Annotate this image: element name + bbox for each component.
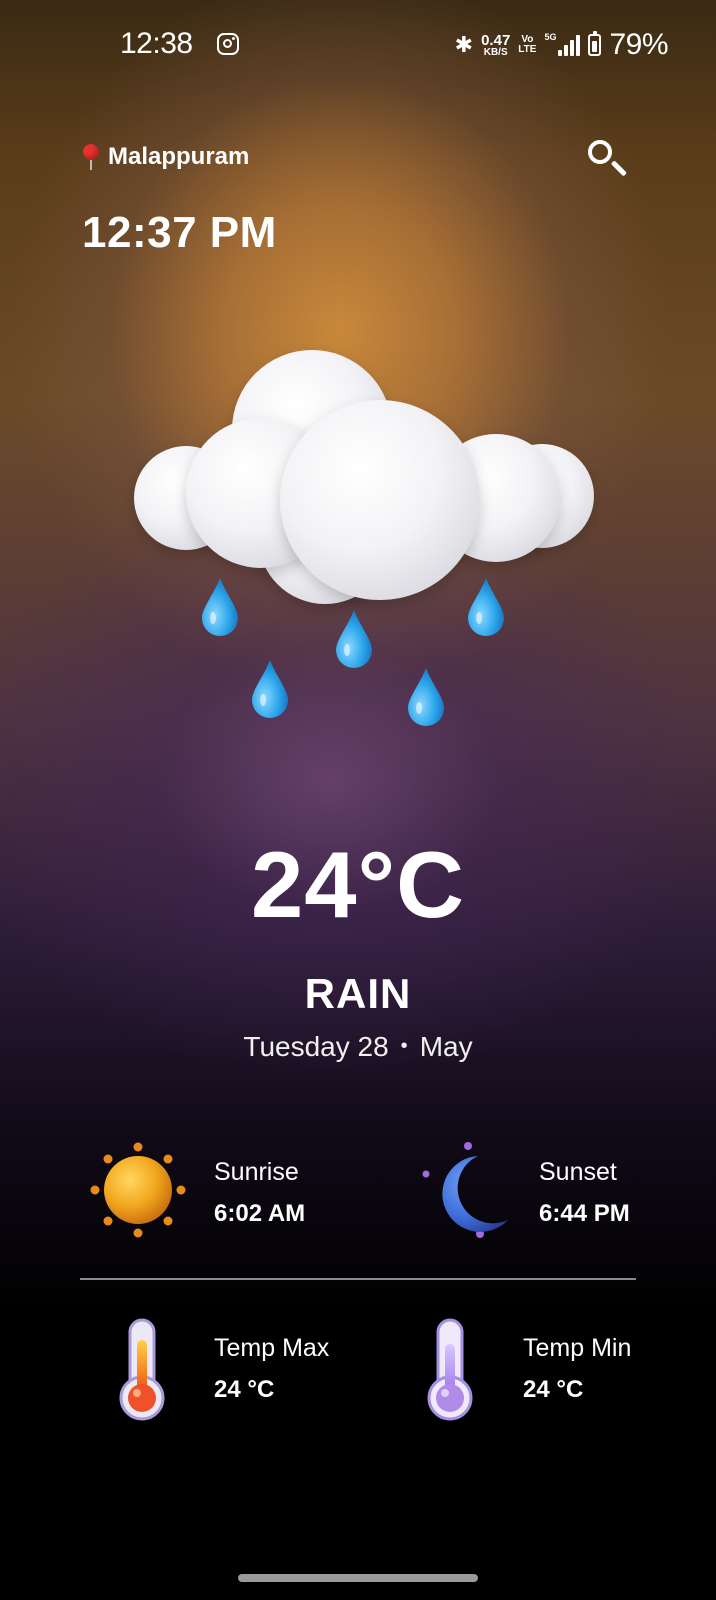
thermometer-hot-icon — [119, 1318, 165, 1421]
sunrise-time: 6:02 AM — [214, 1200, 306, 1227]
signal-strength-icon: 5G — [544, 32, 581, 56]
status-time: 12:38 — [120, 27, 193, 60]
raindrop-icon — [468, 578, 504, 636]
current-temperature: 24°C — [250, 832, 466, 937]
date-month: May — [419, 1031, 473, 1062]
divider — [80, 1278, 636, 1280]
home-indicator[interactable] — [238, 1574, 478, 1582]
signal-bar — [558, 50, 563, 56]
signal-bar — [576, 35, 581, 56]
navigation-bar — [0, 1565, 716, 1600]
signal-bar — [564, 45, 569, 56]
weather-screen: 12:38 ✱ 0.47 KB/S Vo LTE 5G 79% Malappur… — [0, 0, 716, 1600]
date-separator: • — [400, 1035, 408, 1057]
bluetooth-icon: ✱ — [454, 32, 474, 57]
volte-icon: Vo LTE — [518, 34, 537, 56]
instagram-notification-icon — [217, 33, 239, 55]
network-type: 5G — [544, 32, 557, 42]
raindrop-icon — [202, 578, 238, 636]
status-bar: 12:38 ✱ 0.47 KB/S Vo LTE 5G 79% — [0, 0, 716, 90]
sunset-time: 6:44 PM — [539, 1200, 630, 1227]
map-pin-icon — [82, 144, 100, 170]
network-speed: 0.47 KB/S — [481, 33, 510, 58]
sunrise-label: Sunrise — [214, 1158, 299, 1186]
battery-percentage: 79% — [609, 28, 668, 61]
date-day: Tuesday 28 — [243, 1031, 389, 1062]
network-speed-unit: KB/S — [483, 46, 508, 58]
location: Malappuram — [82, 143, 249, 171]
current-time: 12:37 PM — [82, 208, 277, 257]
search-button[interactable] — [586, 138, 632, 184]
battery-icon — [588, 31, 602, 56]
thermometer-cold-icon — [427, 1318, 473, 1421]
network-speed-value: 0.47 — [481, 31, 511, 49]
temp-min-label: Temp Min — [523, 1334, 632, 1362]
temp-max-value: 24 °C — [214, 1376, 275, 1403]
temp-min-value: 24 °C — [523, 1376, 584, 1403]
sun-icon — [90, 1142, 186, 1238]
location-name: Malappuram — [108, 143, 250, 170]
raindrop-icon — [336, 610, 372, 668]
status-icons: ✱ 0.47 KB/S Vo LTE 5G 79% — [454, 28, 669, 62]
temp-max-label: Temp Max — [214, 1334, 330, 1362]
rain-cloud-icon — [120, 340, 600, 740]
moon-icon — [422, 1142, 508, 1238]
raindrop-icon — [408, 668, 444, 726]
raindrop-icon — [252, 660, 288, 718]
weather-condition: RAIN — [304, 970, 412, 1017]
cloud-part — [280, 400, 480, 600]
signal-bar — [570, 40, 575, 56]
sunset-label: Sunset — [539, 1158, 617, 1186]
date: Tuesday 28 • May — [0, 1033, 716, 1061]
volte-bottom: LTE — [518, 44, 537, 55]
search-icon — [588, 140, 612, 164]
